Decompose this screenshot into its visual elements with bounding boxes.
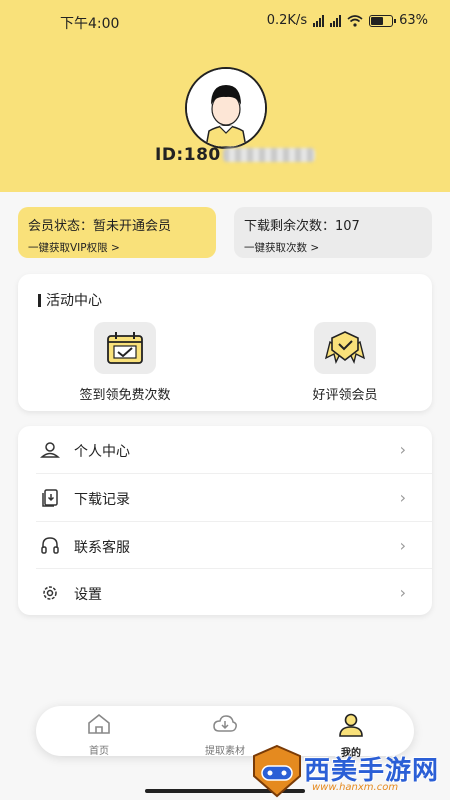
battery-icon <box>369 14 397 27</box>
wifi-icon <box>347 14 363 27</box>
menu-label: 下载记录 <box>74 492 130 508</box>
menu-item-personal-center[interactable]: 个人中心 › <box>18 426 432 473</box>
watermark-logo-icon <box>253 744 301 798</box>
profile-icon <box>339 713 363 737</box>
menu-item-download-record[interactable]: 下载记录 › <box>18 474 432 521</box>
user-id: ID:180 <box>155 145 315 165</box>
signal-icon <box>313 14 325 27</box>
activity-title-text: 活动中心 <box>46 293 102 309</box>
menu-item-settings[interactable]: 设置 › <box>18 569 432 616</box>
get-vip-link[interactable]: 一键获取VIP权限 > <box>28 240 206 255</box>
status-right: 0.2K/s 63% <box>267 13 428 28</box>
download-remaining: 下载剩余次数：107 <box>244 219 360 234</box>
membership-status: 会员状态：暂未开通会员 <box>28 219 172 234</box>
download-record-icon <box>42 489 58 507</box>
extract-icon <box>213 715 237 732</box>
headset-icon <box>41 537 59 554</box>
battery-text: 63% <box>399 13 428 28</box>
avatar-illustration-icon <box>187 69 265 147</box>
user-card-icon <box>40 442 60 458</box>
menu-label: 联系客服 <box>74 540 130 556</box>
blurred-id-digits <box>222 148 315 162</box>
gear-icon <box>43 586 57 600</box>
tab-label: 首页 <box>89 746 109 757</box>
user-id-text: ID:180 <box>155 145 221 165</box>
watermark-url: www.hanxm.com <box>312 782 399 793</box>
review-item[interactable]: 好评领会员 <box>275 322 415 403</box>
avatar[interactable] <box>185 67 267 149</box>
download-card[interactable]: 下载剩余次数：107 一键获取次数 > <box>234 207 432 258</box>
status-bar: 下午4:00 0.2K/s 63% <box>0 0 450 42</box>
menu-label: 个人中心 <box>74 444 130 460</box>
watermark: 西美手游网 www.hanxm.com <box>250 742 450 800</box>
badge-check-icon <box>314 322 376 374</box>
chevron-right-icon: › <box>399 488 406 507</box>
menu-item-contact-service[interactable]: 联系客服 › <box>18 522 432 569</box>
tab-home[interactable]: 首页 <box>54 713 144 757</box>
activity-title: 活动中心 <box>38 290 102 310</box>
checkin-item[interactable]: 签到领免费次数 <box>55 322 195 403</box>
status-time: 下午4:00 <box>60 16 120 32</box>
network-speed: 0.2K/s <box>266 13 308 28</box>
chevron-right-icon: › <box>399 536 406 555</box>
title-bar <box>38 293 41 307</box>
calendar-check-icon <box>94 322 156 374</box>
home-icon <box>88 713 110 734</box>
checkin-label: 签到领免费次数 <box>79 388 171 403</box>
signal-icon <box>330 14 342 27</box>
review-label: 好评领会员 <box>312 388 378 403</box>
menu-list: 个人中心 › 下载记录 › 联系客服 › 设置 › <box>18 426 432 615</box>
chevron-right-icon: › <box>399 583 406 602</box>
get-downloads-link[interactable]: 一键获取次数 > <box>244 240 422 255</box>
chevron-right-icon: › <box>399 440 406 459</box>
menu-label: 设置 <box>74 587 102 603</box>
membership-card[interactable]: 会员状态：暂未开通会员 一键获取VIP权限 > <box>18 207 216 258</box>
activity-center: 活动中心 签到领免费次数 好评领会员 <box>18 274 432 411</box>
